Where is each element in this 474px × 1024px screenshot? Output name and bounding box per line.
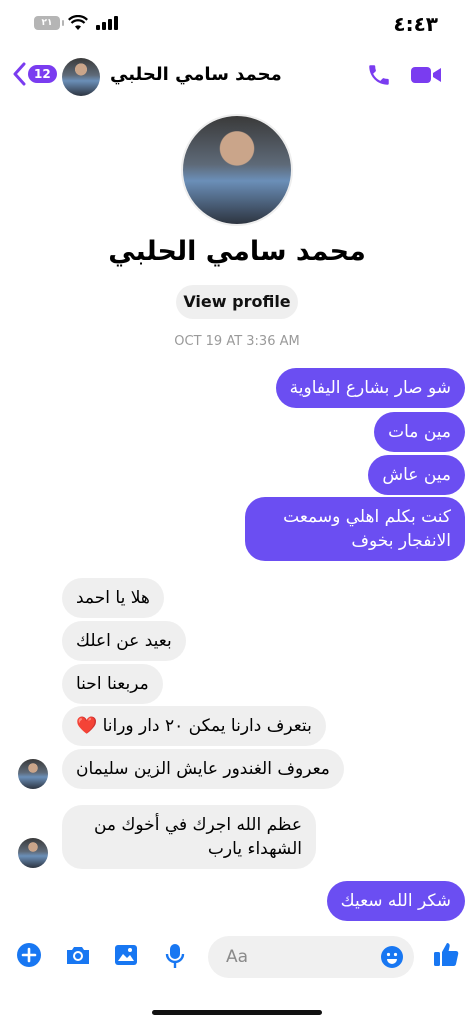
message-input[interactable]: Aa — [208, 936, 414, 978]
status-indicators: ٢١ — [34, 15, 118, 31]
thumbs-up-icon[interactable] — [432, 940, 460, 968]
view-profile-button[interactable]: View profile — [176, 285, 298, 319]
conversation-timestamp: OCT 19 AT 3:36 AM — [174, 334, 300, 349]
phone-call-icon[interactable] — [366, 62, 392, 88]
header-avatar[interactable] — [62, 58, 100, 96]
chevron-left-icon — [13, 62, 26, 86]
gallery-icon[interactable] — [113, 942, 139, 968]
battery-level: ٢١ — [41, 18, 53, 28]
camera-icon[interactable] — [64, 942, 92, 968]
home-indicator — [152, 1010, 322, 1015]
incoming-message[interactable]: بعيد عن اعلك — [62, 621, 186, 661]
incoming-message[interactable]: مربعنا احنا — [62, 664, 163, 704]
outgoing-message[interactable]: مين عاش — [368, 455, 465, 495]
sender-avatar[interactable] — [18, 759, 48, 789]
outgoing-message[interactable]: شكر الله سعيك — [326, 881, 465, 921]
message-composer: Aa — [0, 930, 474, 986]
microphone-icon[interactable] — [163, 942, 187, 970]
outgoing-message[interactable]: كنت بكلم اهلي وسمعت الانفجار بخوف — [245, 497, 465, 561]
plus-icon[interactable] — [16, 942, 42, 968]
sender-avatar[interactable] — [18, 838, 48, 868]
signal-icon — [96, 16, 118, 30]
heart-emoji: ❤️ — [76, 716, 98, 736]
incoming-message[interactable]: بتعرف دارنا يمكن ٢٠ دار ورانا ❤️ — [62, 706, 326, 746]
status-time: ٤:٤٣ — [393, 12, 438, 36]
message-input-placeholder: Aa — [226, 947, 249, 967]
unread-count-badge: 12 — [28, 65, 57, 83]
outgoing-message[interactable]: مين مات — [374, 412, 465, 452]
back-button[interactable]: 12 — [12, 62, 57, 86]
battery-icon: ٢١ — [34, 16, 64, 30]
incoming-message[interactable]: معروف الغندور عايش الزين سليمان — [62, 749, 344, 789]
emoji-icon[interactable] — [380, 945, 404, 969]
wifi-icon — [68, 15, 88, 30]
outgoing-message[interactable]: شو صار بشارع اليفاوية — [275, 368, 465, 408]
header-contact-name[interactable]: محمد سامي الحلبي — [110, 64, 282, 85]
incoming-message[interactable]: عظم الله اجرك في أخوك من الشهداء يارب — [62, 805, 316, 869]
chat-header: 12 محمد سامي الحلبي — [0, 52, 474, 102]
message-text: بتعرف دارنا يمكن ٢٠ دار ورانا — [102, 716, 312, 736]
profile-name: محمد سامي الحلبي — [108, 236, 366, 267]
status-bar: ٢١ ٤:٤٣ — [0, 0, 474, 50]
profile-avatar[interactable] — [181, 114, 293, 226]
video-call-icon[interactable] — [410, 62, 442, 88]
incoming-message[interactable]: هلا يا احمد — [62, 578, 164, 618]
